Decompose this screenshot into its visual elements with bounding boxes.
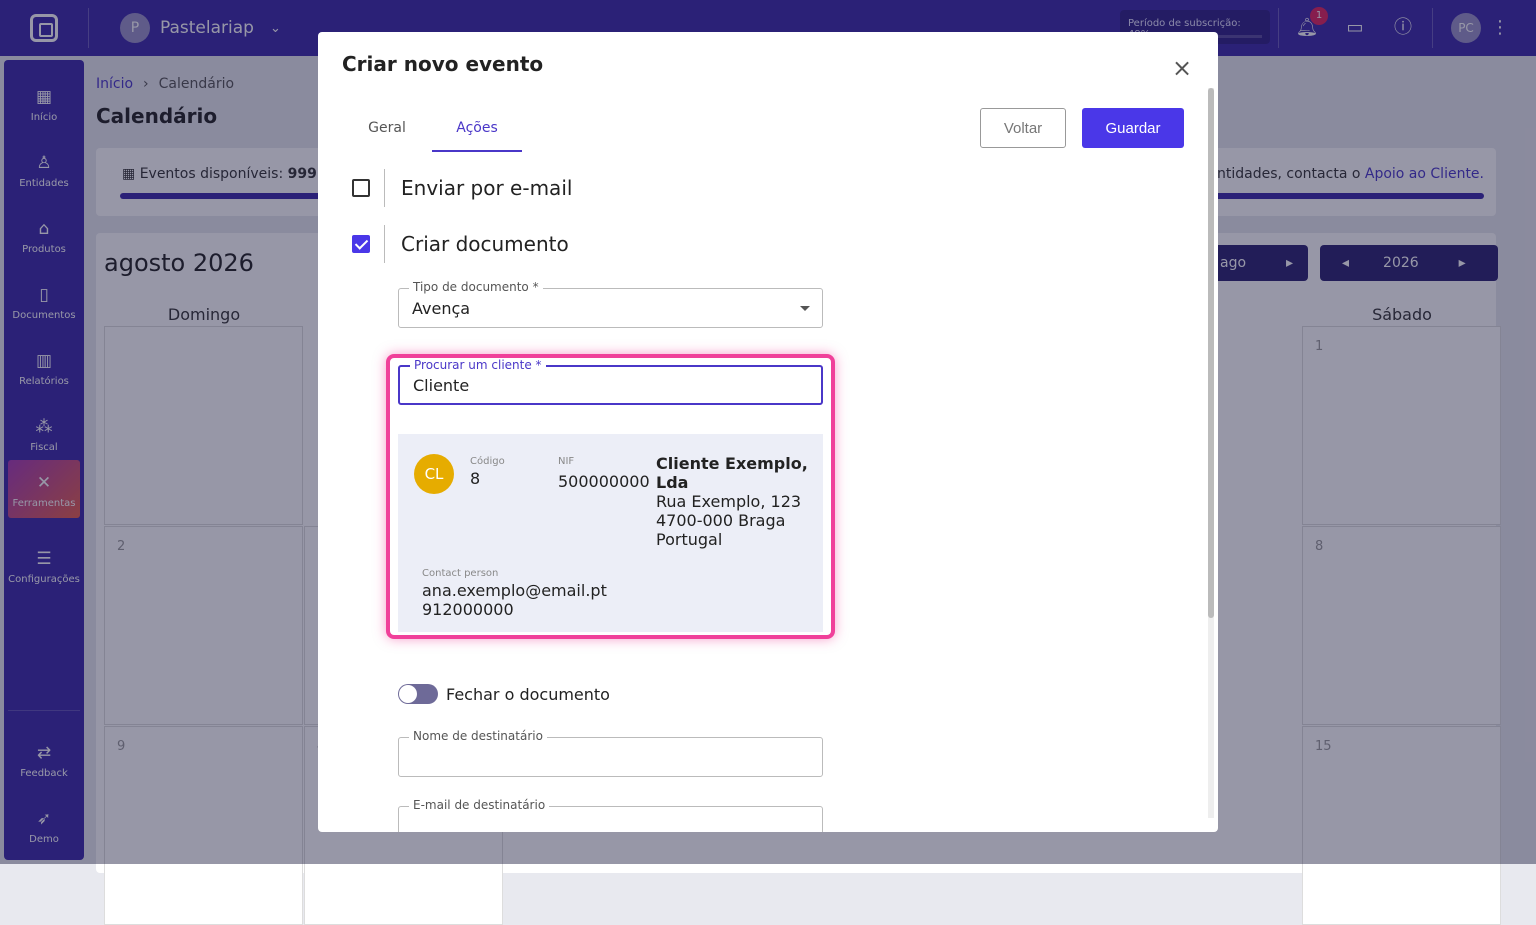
contact-phone: 912000000 xyxy=(422,600,514,619)
client-address-line1: Rua Exemplo, 123 xyxy=(656,492,802,511)
close-document-row: Fechar o documento xyxy=(398,684,610,704)
save-button[interactable]: Guardar xyxy=(1082,108,1184,148)
create-document-label: Criar documento xyxy=(401,232,569,256)
client-name: Cliente Exemplo, Lda xyxy=(656,454,808,492)
client-country: Portugal xyxy=(656,530,723,549)
code-value: 8 xyxy=(470,469,481,488)
code-label: Código xyxy=(470,456,505,467)
client-address-block: Cliente Exemplo, Lda Rua Exemplo, 123 47… xyxy=(656,454,816,549)
modal-scrollbar[interactable] xyxy=(1208,88,1214,818)
client-avatar: CL xyxy=(414,454,454,494)
document-type-label: Tipo de documento * xyxy=(409,280,543,294)
document-type-select[interactable]: Tipo de documento * Avença xyxy=(398,280,823,328)
create-event-modal: Criar novo evento × Geral Ações Voltar G… xyxy=(318,32,1218,832)
client-search-value: Cliente xyxy=(413,376,470,395)
modal-title: Criar novo evento xyxy=(342,52,544,76)
client-search-label: Procurar um cliente * xyxy=(410,358,546,372)
client-address-line2: 4700-000 Braga xyxy=(656,511,786,530)
back-button[interactable]: Voltar xyxy=(980,108,1066,148)
close-icon[interactable]: × xyxy=(1170,56,1194,80)
close-document-label: Fechar o documento xyxy=(446,684,610,704)
recipient-name-label: Nome de destinatário xyxy=(409,729,547,743)
contact-person-label: Contact person xyxy=(422,568,499,579)
send-email-checkbox[interactable] xyxy=(352,179,370,197)
tab-acoes[interactable]: Ações xyxy=(432,118,522,152)
create-document-checkbox[interactable] xyxy=(352,235,370,253)
client-search-input[interactable]: Procurar um cliente * Cliente xyxy=(398,358,823,405)
nif-label: NIF xyxy=(558,456,575,467)
divider xyxy=(384,225,385,263)
divider xyxy=(384,169,385,207)
close-document-toggle[interactable] xyxy=(398,684,438,704)
recipient-name-input[interactable]: Nome de destinatário xyxy=(398,729,823,777)
tab-geral[interactable]: Geral xyxy=(350,118,424,152)
document-type-value: Avença xyxy=(412,299,471,318)
nif-value: 500000000 xyxy=(558,472,650,491)
create-document-option: Criar documento xyxy=(352,225,569,263)
recipient-email-label: E-mail de destinatário xyxy=(409,798,550,812)
send-email-option: Enviar por e-mail xyxy=(352,169,572,207)
scrollbar-thumb[interactable] xyxy=(1208,88,1214,618)
dropdown-arrow-icon xyxy=(800,306,810,311)
recipient-email-input[interactable]: E-mail de destinatário xyxy=(398,798,823,832)
send-email-label: Enviar por e-mail xyxy=(401,176,573,200)
contact-email: ana.exemplo@email.pt xyxy=(422,581,607,600)
client-result-item[interactable]: CL Código 8 NIF 500000000 Cliente Exempl… xyxy=(398,434,823,632)
